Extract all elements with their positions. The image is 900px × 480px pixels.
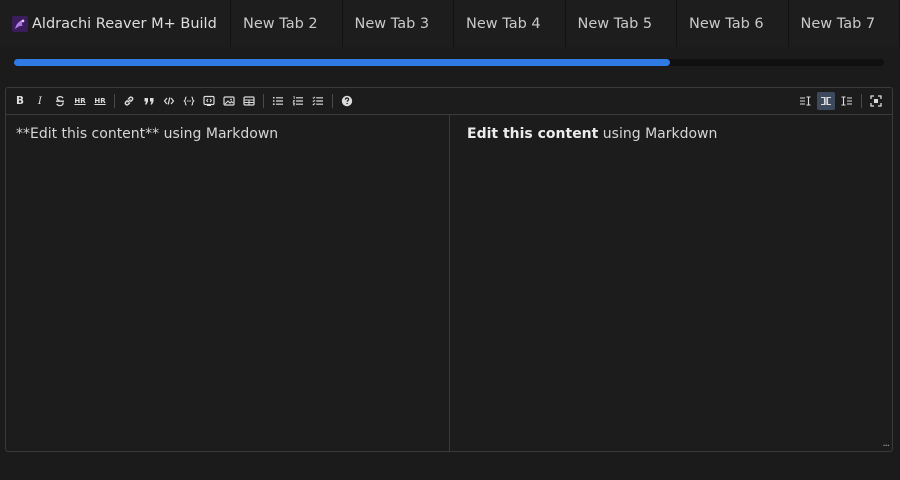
progress-bar — [14, 59, 884, 66]
checklist-icon[interactable] — [310, 93, 326, 109]
code-icon[interactable] — [161, 93, 177, 109]
tab-new-2[interactable]: New Tab 2 — [231, 0, 343, 47]
link-icon[interactable] — [121, 93, 137, 109]
resize-handle[interactable]: ... — [882, 439, 889, 449]
edit-only-view-icon[interactable] — [796, 92, 814, 110]
tab-label: New Tab 5 — [577, 15, 653, 32]
numbered-list-icon[interactable] — [290, 93, 306, 109]
tab-new-3[interactable]: New Tab 3 — [342, 0, 454, 47]
tab-label: New Tab 4 — [466, 15, 541, 32]
split-view-icon[interactable] — [817, 92, 835, 110]
quote-icon[interactable] — [141, 93, 157, 109]
toolbar-divider — [263, 94, 264, 108]
source-text: **Edit this content** using Markdown — [16, 126, 279, 142]
tab-aldrachi-reaver[interactable]: Aldrachi Reaver M+ Build — [0, 0, 231, 47]
fullscreen-icon[interactable] — [867, 92, 885, 110]
preview-only-view-icon[interactable] — [838, 92, 856, 110]
tab-new-6[interactable]: New Tab 6 — [677, 0, 789, 47]
tab-label: New Tab 6 — [689, 15, 764, 32]
code-block-icon[interactable] — [181, 93, 197, 109]
markdown-source-textarea[interactable]: **Edit this content** using Markdown — [6, 115, 450, 452]
embed-icon[interactable] — [201, 93, 217, 109]
italic-icon[interactable]: I — [32, 93, 48, 109]
table-icon[interactable] — [241, 93, 257, 109]
heading-alt-icon[interactable]: HR — [92, 93, 108, 109]
toolbar-divider — [861, 94, 862, 108]
markdown-preview: Edit this content using Markdown — [450, 115, 892, 452]
strikethrough-icon[interactable] — [52, 93, 68, 109]
tab-label: New Tab 3 — [354, 15, 430, 32]
progress-bar-fill — [14, 59, 670, 66]
toolbar-divider — [332, 94, 333, 108]
markdown-editor: B I HR HR **Edit this content** using Ma… — [5, 87, 893, 452]
preview-text: using Markdown — [598, 126, 718, 142]
tab-strip: Aldrachi Reaver M+ Build New Tab 2 New T… — [0, 0, 900, 47]
tab-label: Aldrachi Reaver M+ Build — [32, 15, 217, 32]
heading-icon[interactable]: HR — [72, 93, 88, 109]
tab-new-4[interactable]: New Tab 4 — [454, 0, 566, 47]
editor-toolbar: B I HR HR — [6, 88, 892, 115]
bold-icon[interactable]: B — [12, 93, 28, 109]
tab-new-7[interactable]: New Tab 7 — [788, 0, 900, 47]
help-icon[interactable] — [339, 93, 355, 109]
tab-label: New Tab 7 — [800, 15, 876, 32]
tab-label: New Tab 2 — [243, 15, 318, 32]
toolbar-divider — [114, 94, 115, 108]
tab-new-5[interactable]: New Tab 5 — [565, 0, 677, 47]
demon-hunter-icon — [12, 15, 28, 32]
view-mode-controls — [796, 92, 888, 110]
bulleted-list-icon[interactable] — [270, 93, 286, 109]
editor-panes: **Edit this content** using Markdown Edi… — [6, 115, 892, 452]
preview-bold-text: Edit this content — [467, 126, 599, 142]
image-icon[interactable] — [221, 93, 237, 109]
